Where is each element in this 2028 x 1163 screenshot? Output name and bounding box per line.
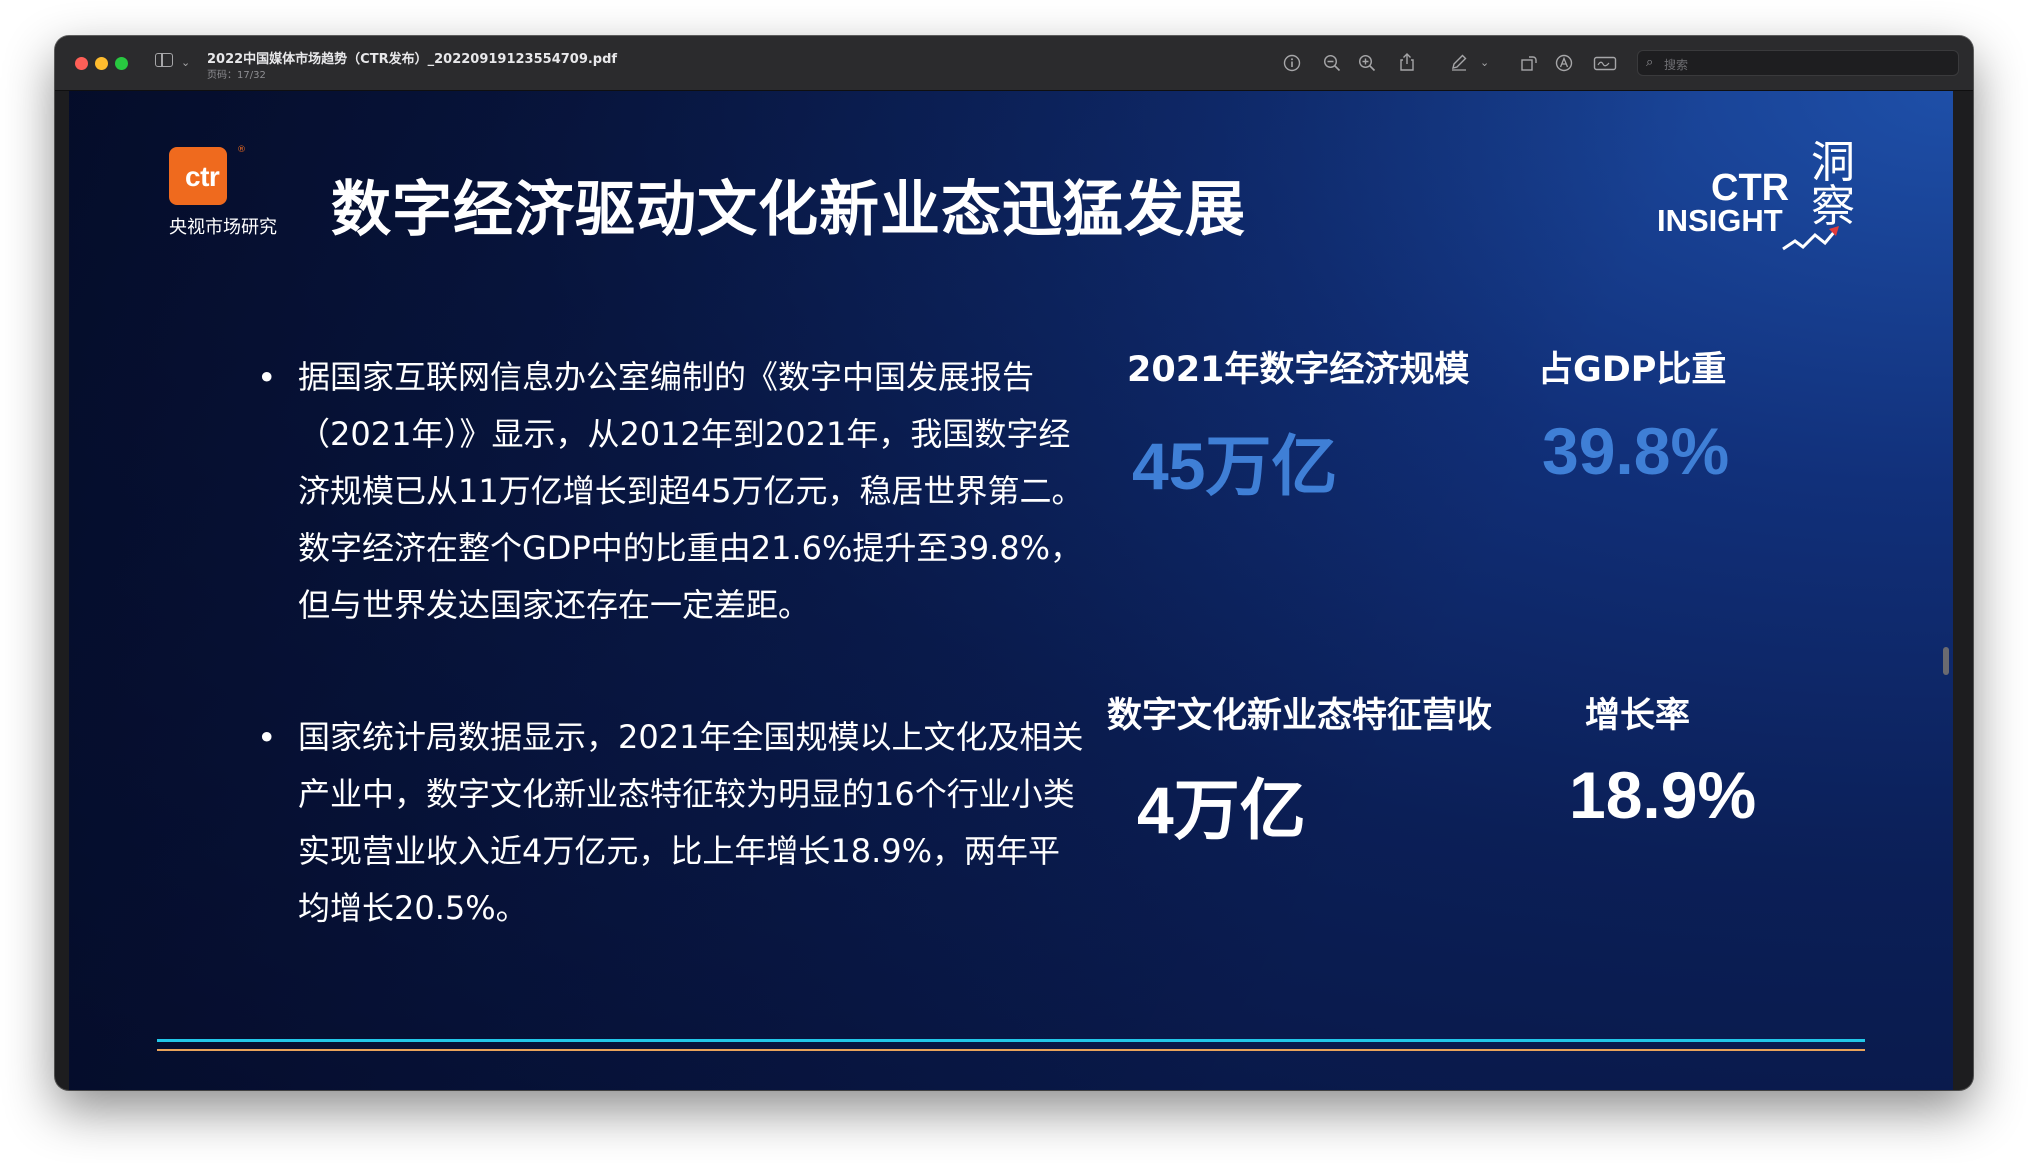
bullet-paragraph-digital-culture: 国家统计局数据显示，2021年全国规模以上文化及相关产业中，数字文化新业态特征较…: [298, 718, 1084, 927]
page-indicator: 页码：17/32: [207, 70, 266, 81]
close-window-button[interactable]: [75, 57, 88, 70]
chevron-down-icon[interactable]: ⌄: [181, 53, 190, 73]
insight-logo-chinese: 洞察: [1811, 137, 1855, 232]
bullet-marker: •: [257, 718, 277, 757]
stat-label-digital-culture-revenue: 数字文化新业态特征营收: [1107, 696, 1493, 736]
search-icon: ⌕: [1646, 55, 1654, 70]
footer-divider-cyan: [157, 1039, 1865, 1042]
pdf-viewer-window: ⌄ 2022中国媒体市场趋势（CTR发布）_20220919123554709.…: [55, 36, 1973, 1090]
document-title: 2022中国媒体市场趋势（CTR发布）_20220919123554709.pd…: [207, 52, 618, 67]
stat-value-growth-rate: 18.9%: [1569, 758, 1757, 832]
zoom-in-icon[interactable]: [1358, 54, 1376, 72]
registered-mark: ®: [237, 145, 246, 155]
insight-logo-insight: INSIGHT: [1657, 203, 1783, 238]
ctr-logo-subtitle: 央视市场研究: [169, 217, 277, 238]
zoom-out-icon[interactable]: [1323, 54, 1341, 72]
footer-divider-orange: [157, 1049, 1865, 1051]
slide-title: 数字经济驱动文化新业态迅猛发展: [331, 175, 1246, 245]
annotate-icon[interactable]: [1555, 54, 1573, 72]
sidebar-toggle-icon[interactable]: [155, 53, 173, 67]
rotate-icon[interactable]: [1520, 54, 1538, 72]
ctr-logo-text: ctr: [185, 161, 220, 192]
chevron-down-icon[interactable]: ⌄: [1480, 53, 1489, 73]
ctr-logo: ctr: [169, 147, 227, 205]
minimize-window-button[interactable]: [95, 57, 108, 70]
stat-label-growth-rate: 增长率: [1585, 696, 1691, 736]
stat-label-gdp-share: 占GDP比重: [1538, 350, 1727, 390]
signature-icon[interactable]: [1593, 54, 1617, 72]
bullet-paragraph-digital-economy: 据国家互联网信息办公室编制的《数字中国发展报告（2021年）》显示，从2012年…: [298, 358, 1084, 624]
stat-value-gdp-share: 39.8%: [1542, 414, 1730, 488]
search-placeholder: 搜索: [1664, 58, 1689, 72]
trend-arrow-icon: [1782, 226, 1839, 251]
stat-label-digital-economy-scale: 2021年数字经济规模: [1127, 350, 1470, 390]
share-icon[interactable]: [1398, 52, 1416, 72]
title-bar: ⌄ 2022中国媒体市场趋势（CTR发布）_20220919123554709.…: [55, 36, 1973, 91]
search-field[interactable]: ⌕ 搜索: [1637, 50, 1959, 76]
scrollbar-thumb[interactable]: [1943, 647, 1949, 675]
fullscreen-window-button[interactable]: [115, 57, 128, 70]
markup-pen-icon[interactable]: [1450, 53, 1468, 71]
info-icon[interactable]: [1283, 54, 1301, 72]
bullet-marker: •: [257, 358, 277, 397]
stat-value-digital-culture-revenue: 4万亿: [1137, 773, 1306, 847]
slide-page: ctr ® 央视市场研究 数字经济驱动文化新业态迅猛发展 CTR INSIGHT…: [69, 91, 1953, 1090]
stat-value-digital-economy-scale: 45万亿: [1132, 429, 1338, 503]
